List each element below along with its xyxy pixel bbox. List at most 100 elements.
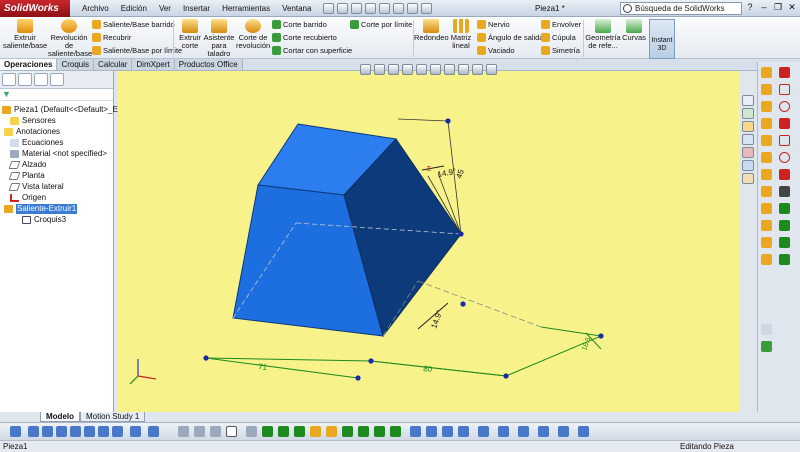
rebuild-icon[interactable] — [407, 2, 419, 14]
rapid-sketch-icon[interactable] — [390, 426, 401, 437]
pan-icon[interactable] — [194, 426, 205, 437]
save-icon[interactable] — [351, 2, 363, 14]
shaded-icon[interactable] — [426, 426, 437, 437]
ambient-occlusion-icon[interactable] — [518, 426, 529, 437]
tree-item-sensores[interactable]: Sensores — [10, 116, 56, 126]
lofted-cut-button[interactable]: Corte recubierto — [272, 32, 337, 43]
rib-button[interactable]: Nervio — [477, 19, 510, 30]
tree-item-ecuaciones[interactable]: Ecuaciones — [10, 138, 63, 148]
wireframe-icon[interactable] — [442, 426, 453, 437]
tab-modelo[interactable]: Modelo — [40, 412, 80, 422]
help-icon[interactable]: ? — [744, 2, 756, 14]
isometric-view-icon[interactable] — [112, 426, 123, 437]
view-orientation-icon[interactable] — [416, 64, 427, 75]
chamfer-icon[interactable] — [761, 152, 772, 163]
minimize-icon[interactable]: – — [758, 2, 770, 14]
extrude-icon[interactable] — [761, 101, 772, 112]
dimxpert-manager-icon[interactable] — [50, 73, 64, 86]
zebra-stripes-icon[interactable] — [558, 426, 569, 437]
previous-view-icon[interactable] — [388, 64, 399, 75]
pattern-icon[interactable] — [779, 254, 790, 265]
resources-icon[interactable] — [742, 95, 754, 106]
revolve-boss-button[interactable]: Revolución de saliente/base — [48, 19, 92, 58]
add-relation-icon[interactable] — [342, 426, 353, 437]
smart-dimension-icon[interactable] — [761, 84, 772, 95]
draft-analysis-icon[interactable] — [578, 426, 589, 437]
section-view-icon[interactable] — [402, 64, 413, 75]
curvature-icon[interactable] — [538, 426, 549, 437]
linear-pattern-button[interactable]: Matriz lineal — [448, 19, 474, 50]
back-view-icon[interactable] — [42, 426, 53, 437]
ellipse-icon[interactable] — [779, 152, 790, 163]
loft-button[interactable]: Recubrir — [92, 32, 131, 43]
custom-properties-icon[interactable] — [742, 173, 754, 184]
dimension-71[interactable]: 71 — [258, 362, 268, 372]
dimension-18-5[interactable]: 18.5 — [581, 336, 592, 351]
view-orientation-icon[interactable] — [10, 426, 21, 437]
feature-tree-icon[interactable] — [2, 73, 16, 86]
tree-item-alzado[interactable]: Alzado — [8, 160, 46, 170]
menu-ver[interactable]: Ver — [153, 0, 177, 17]
swept-cut-button[interactable]: Corte barrido — [272, 19, 327, 30]
hide-lines-icon[interactable] — [410, 426, 421, 437]
tree-item-vista-lateral[interactable]: Vista lateral — [8, 182, 64, 192]
tree-item-croquis3[interactable]: Croquis3 — [22, 215, 66, 225]
view-palette-icon[interactable] — [742, 147, 754, 158]
solidworks-logo[interactable]: SolidWorks — [0, 0, 70, 17]
swept-boss-button[interactable]: Saliente/Base barrido — [92, 19, 175, 30]
rib-icon[interactable] — [761, 186, 772, 197]
bottom-view-icon[interactable] — [98, 426, 109, 437]
left-view-icon[interactable] — [56, 426, 67, 437]
wrap-button[interactable]: Envolver — [541, 19, 581, 30]
new-icon[interactable] — [323, 2, 335, 14]
relations-icon[interactable] — [761, 324, 772, 335]
realview-icon[interactable] — [498, 426, 509, 437]
top-view-icon[interactable] — [84, 426, 95, 437]
sketch-point[interactable] — [355, 375, 361, 381]
right-view-icon[interactable] — [70, 426, 81, 437]
sketch-point[interactable] — [368, 358, 374, 364]
mirror-button[interactable]: Simetría — [541, 45, 580, 56]
fillet-icon[interactable] — [761, 135, 772, 146]
search-results-icon[interactable] — [742, 134, 754, 145]
tree-item-planta[interactable]: Planta — [8, 171, 45, 181]
circle-icon[interactable] — [779, 101, 790, 112]
section-properties-icon[interactable] — [294, 426, 305, 437]
tab-croquis[interactable]: Croquis — [57, 59, 95, 70]
offset-icon[interactable] — [779, 220, 790, 231]
boundary-boss-button[interactable]: Saliente/Base por límite — [92, 45, 182, 56]
arc-icon[interactable] — [779, 118, 790, 129]
display-style-icon[interactable] — [430, 64, 441, 75]
sketch-point[interactable] — [203, 355, 209, 361]
appearances-icon[interactable] — [742, 160, 754, 171]
instant3d-button[interactable]: Instant 3D — [649, 19, 675, 59]
tree-item-anotaciones[interactable]: Anotaciones — [4, 127, 60, 137]
dome-icon[interactable] — [761, 237, 772, 248]
revolve-cut-button[interactable]: Corte de revolución — [236, 19, 270, 50]
tab-operaciones[interactable]: Operaciones — [0, 59, 58, 70]
tab-motion-study[interactable]: Motion Study 1 — [80, 412, 146, 422]
part-model[interactable]: 71 80 18.5 14.9° 14.9° 45 Σ — [118, 71, 740, 412]
dimension-line[interactable] — [205, 357, 359, 379]
sketch-icon[interactable] — [761, 67, 772, 78]
hide-show-icon[interactable] — [444, 64, 455, 75]
tree-item-material[interactable]: Material <not specified> — [10, 149, 107, 159]
smart-dim-icon[interactable] — [326, 426, 337, 437]
configuration-manager-icon[interactable] — [34, 73, 48, 86]
trimetric-view-icon[interactable] — [130, 426, 141, 437]
dimension-80[interactable]: 80 — [423, 364, 433, 374]
line-icon[interactable] — [779, 67, 790, 78]
menu-archivo[interactable]: Archivo — [76, 0, 115, 17]
polygon-icon[interactable] — [779, 135, 790, 146]
tree-item-saliente-extruir1[interactable]: Saliente-Extruir1 — [4, 204, 78, 214]
front-view-icon[interactable] — [28, 426, 39, 437]
menu-edicion[interactable]: Edición — [115, 0, 153, 17]
dome-button[interactable]: Cúpula — [541, 32, 576, 43]
graphics-area[interactable]: 71 80 18.5 14.9° 14.9° 45 Σ — [118, 71, 740, 412]
design-library-icon[interactable] — [742, 108, 754, 119]
hole-icon[interactable] — [761, 220, 772, 231]
zoom-icon[interactable] — [178, 426, 189, 437]
property-manager-icon[interactable] — [18, 73, 32, 86]
filter-icon[interactable]: ▼ — [0, 89, 113, 101]
hole-wizard-button[interactable]: Asistente para taladro — [203, 19, 235, 58]
